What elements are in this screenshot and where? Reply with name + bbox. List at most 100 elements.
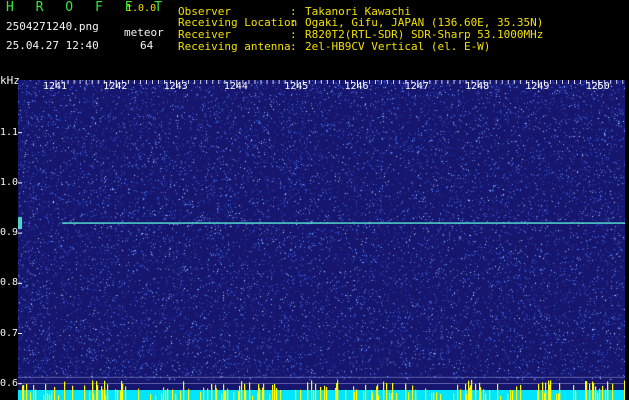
power-spike [203, 387, 205, 400]
power-spike [468, 380, 470, 400]
power-spike [262, 387, 264, 400]
power-spike [163, 387, 165, 400]
app-version: 1.0.0 [126, 3, 157, 14]
power-spike [54, 386, 56, 400]
power-strip [18, 390, 625, 400]
power-spike [96, 381, 98, 400]
power-spike [311, 380, 313, 400]
power-spike [180, 390, 182, 400]
power-spike [276, 387, 278, 400]
x-tick-label: 1241 [42, 81, 68, 92]
power-spike [43, 395, 45, 400]
power-spike [507, 393, 509, 400]
x-tick-label: 1244 [223, 81, 248, 92]
power-spike [612, 383, 614, 400]
power-spike [479, 382, 481, 400]
power-spike [51, 390, 53, 400]
file-name: 2504271240.png [6, 20, 99, 33]
power-spike [58, 395, 60, 400]
power-spike [30, 392, 32, 400]
power-spike [233, 391, 235, 400]
power-spike [295, 389, 297, 400]
power-spike [624, 380, 625, 400]
power-spike [431, 393, 433, 400]
x-tick-label: 1243 [163, 81, 188, 92]
x-tick-label: 1245 [284, 81, 309, 92]
power-spike [542, 382, 544, 400]
power-spike [115, 389, 117, 400]
power-spike [183, 381, 185, 400]
power-spike [602, 385, 604, 400]
power-spike [353, 386, 355, 400]
power-spike [497, 383, 499, 400]
power-spike [105, 395, 107, 400]
power-spike [117, 390, 119, 400]
power-spike [326, 387, 328, 400]
power-spike [102, 389, 104, 400]
power-spike [211, 383, 213, 400]
power-spike [33, 385, 35, 400]
power-spike [363, 391, 365, 400]
power-spike [167, 388, 169, 400]
power-spike [274, 383, 276, 400]
power-spike [589, 383, 591, 400]
power-spike [389, 392, 391, 400]
power-spike [575, 390, 577, 400]
power-spike [45, 384, 47, 400]
power-spike [460, 389, 462, 400]
x-tick-label: 1248 [465, 81, 490, 92]
power-spike [365, 384, 367, 400]
antenna-value: 2el-HB9CV Vertical (el. E-W) [305, 40, 491, 53]
power-spike [241, 381, 243, 400]
power-spike [315, 383, 317, 400]
power-spike [605, 389, 607, 400]
power-spike [324, 385, 326, 400]
power-spike [550, 380, 552, 400]
power-spike [483, 389, 485, 400]
power-spike [516, 386, 518, 400]
power-spike [93, 393, 95, 400]
power-spike [47, 393, 49, 400]
power-spike [485, 393, 487, 400]
power-spike [489, 390, 491, 400]
y-tick-label: 0.7 [0, 327, 19, 339]
power-spike [453, 393, 455, 400]
power-spike [392, 383, 394, 400]
power-spike [425, 388, 427, 400]
power-spike [245, 390, 247, 400]
power-spike [150, 393, 152, 400]
power-spike [415, 394, 417, 400]
power-spike [207, 388, 209, 400]
x-tick-label: 1246 [344, 81, 369, 92]
meteor-count: 64 [140, 39, 154, 52]
power-spike [252, 395, 254, 400]
power-spike [125, 386, 127, 400]
power-spike [436, 392, 438, 400]
power-spike [200, 391, 202, 400]
power-spike [396, 393, 398, 400]
power-spike [471, 380, 473, 400]
power-spike [26, 383, 28, 400]
power-spike [336, 384, 338, 400]
power-spike [356, 389, 358, 400]
power-spike [599, 388, 601, 400]
x-tick-label: 1250 [585, 81, 610, 92]
power-spike [405, 385, 407, 400]
power-spike [307, 385, 309, 400]
power-spike [320, 386, 322, 400]
power-spike [249, 391, 251, 400]
power-spike [559, 391, 561, 400]
antenna-label: Receiving antenna [178, 40, 291, 53]
power-spike [378, 395, 380, 400]
power-spike [383, 381, 385, 400]
power-spike [597, 392, 599, 400]
power-spike [300, 389, 302, 400]
power-spike [215, 384, 217, 400]
power-spike [84, 392, 86, 400]
power-spike [269, 394, 271, 400]
power-spike [607, 385, 609, 400]
power-spike [520, 384, 522, 400]
power-spike [188, 388, 190, 400]
power-spike [457, 384, 459, 400]
power-spike [592, 381, 594, 400]
